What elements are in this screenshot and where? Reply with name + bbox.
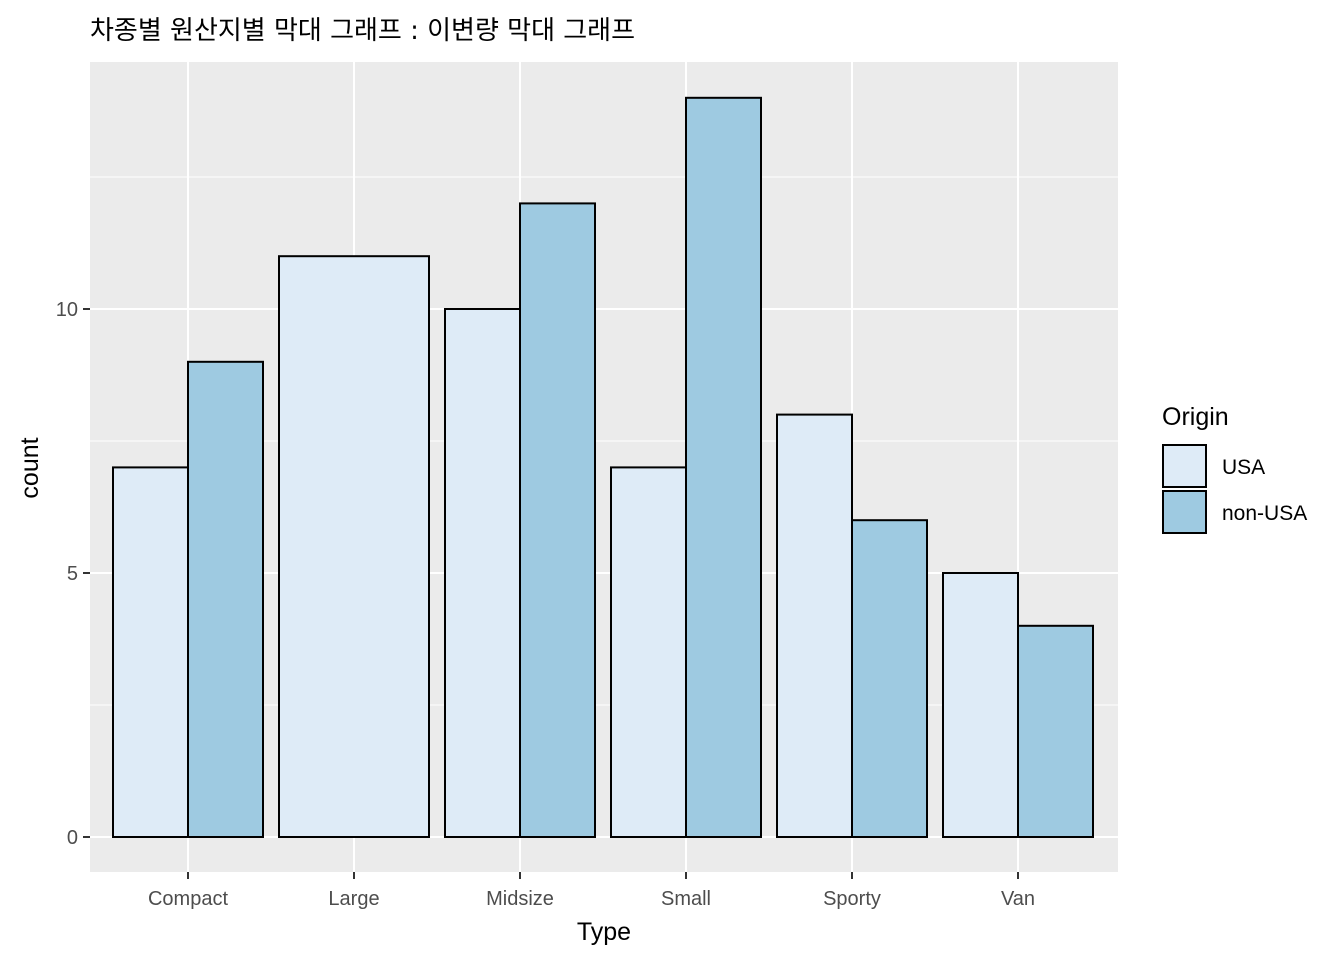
- x-axis: Compact Large Midsize Small Sporty Van: [148, 872, 1035, 910]
- bar-large-usa: [278, 255, 430, 838]
- bar-small-non-usa: [685, 96, 762, 839]
- bar-van-non-usa: [1017, 624, 1094, 838]
- bar-van-usa: [942, 572, 1019, 838]
- y-tick-label: 0: [67, 827, 78, 849]
- legend: Origin USA non-USA: [1162, 403, 1307, 534]
- x-tick-label: Large: [328, 888, 379, 910]
- legend-swatch-usa: [1162, 444, 1207, 488]
- y-tick-label: 5: [67, 563, 78, 585]
- legend-label-non-usa: non-USA: [1222, 502, 1307, 525]
- x-axis-title: Type: [577, 918, 631, 946]
- legend-label-usa: USA: [1222, 456, 1265, 479]
- legend-swatch-non-usa: [1162, 490, 1207, 534]
- x-tick-label: Van: [1001, 888, 1035, 910]
- x-tick-label: Midsize: [486, 888, 554, 910]
- bar-sporty-usa: [776, 413, 853, 838]
- bar-midsize-usa: [444, 308, 521, 838]
- x-tick-label: Sporty: [823, 888, 881, 910]
- bar-compact-non-usa: [187, 360, 264, 838]
- legend-title: Origin: [1162, 403, 1229, 431]
- x-tick-label: Compact: [148, 888, 228, 910]
- bar-compact-usa: [112, 466, 189, 838]
- bar-midsize-non-usa: [519, 202, 596, 838]
- bar-sporty-non-usa: [851, 519, 928, 838]
- y-axis: 0 5 10: [56, 299, 90, 849]
- x-tick-label: Small: [661, 888, 711, 910]
- y-axis-title: count: [16, 437, 44, 498]
- bar-small-usa: [610, 466, 687, 838]
- chart-title: 차종별 원산지별 막대 그래프 : 이변량 막대 그래프: [90, 16, 635, 46]
- y-tick-label: 10: [56, 299, 78, 321]
- bar-chart: 차종별 원산지별 막대 그래프 : 이변량 막대 그래프 0 5 10 Compac…: [16, 16, 1307, 946]
